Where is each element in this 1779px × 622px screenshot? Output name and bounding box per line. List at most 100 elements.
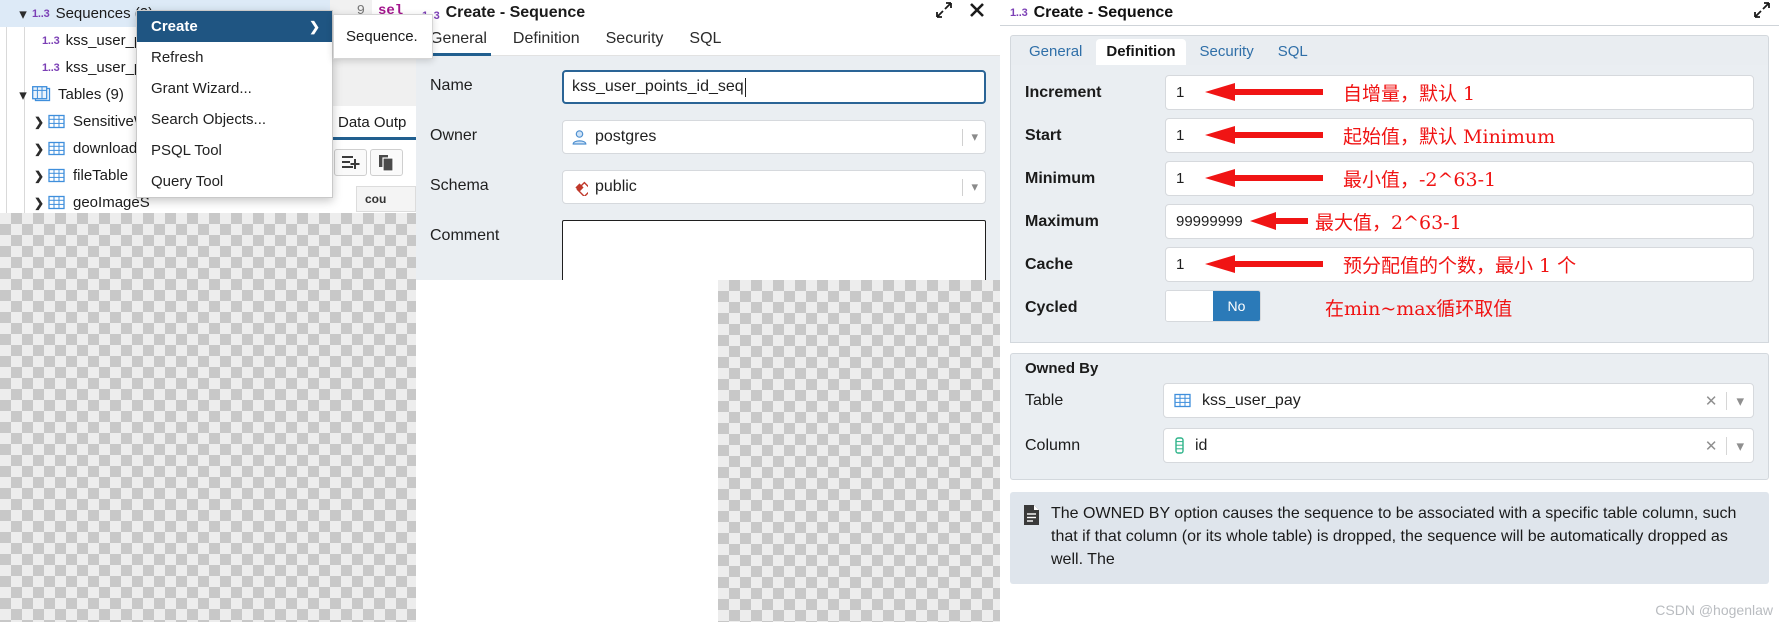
chevron-down-icon[interactable]: ▾	[1736, 392, 1744, 410]
tab-sql[interactable]: SQL	[689, 22, 721, 56]
schema-icon	[571, 179, 588, 196]
dialog-tabs[interactable]: General Definition Security SQL	[416, 22, 1000, 56]
divider	[1726, 436, 1728, 455]
owned-column-actions[interactable]: ✕ ▾	[1705, 428, 1744, 463]
cycled-toggle-track[interactable]	[1166, 291, 1213, 321]
document-icon	[1022, 502, 1041, 572]
clear-icon[interactable]: ✕	[1705, 437, 1718, 455]
menu-item-create[interactable]: Create	[137, 11, 332, 42]
restore-icon[interactable]	[1753, 1, 1771, 24]
maximum-value: 99999999	[1176, 213, 1243, 230]
add-row-icon	[342, 156, 360, 169]
field-row-increment: Increment 1 自增量，默认 1	[1025, 75, 1754, 110]
user-icon	[571, 129, 588, 145]
maximum-input[interactable]: 99999999	[1165, 204, 1754, 239]
tab-definition-label: Definition	[1106, 43, 1176, 60]
increment-value: 1	[1176, 84, 1185, 101]
owned-column-control[interactable]: id ✕ ▾	[1163, 428, 1754, 463]
menu-item-psql-tool[interactable]: PSQL Tool	[137, 135, 332, 166]
chevron-right-icon[interactable]	[30, 195, 48, 210]
field-row-name: Name kss_user_points_id_seq	[430, 70, 986, 104]
increment-label: Increment	[1025, 83, 1102, 101]
sequence-badge-icon: 1..3	[42, 61, 60, 74]
menu-item-query-tool[interactable]: Query Tool	[137, 166, 332, 197]
owned-table-label: Table	[1025, 391, 1064, 409]
chevron-down-icon[interactable]: ▾	[971, 179, 978, 195]
comment-control[interactable]	[562, 220, 986, 280]
menu-item-refresh[interactable]: Refresh	[137, 42, 332, 73]
editor-panel-filler	[330, 56, 416, 106]
cycled-toggle-state[interactable]: No	[1213, 291, 1260, 321]
restore-icon[interactable]	[935, 1, 953, 24]
tab-security[interactable]: Security	[606, 22, 664, 56]
comment-textarea[interactable]	[562, 220, 986, 280]
cycled-toggle[interactable]: No	[1165, 290, 1261, 322]
tab-general[interactable]: General	[1019, 39, 1092, 65]
name-input-value: kss_user_points_id_seq	[572, 78, 744, 95]
annotation-cycled: 在min~max循环取值	[1325, 298, 1513, 320]
right-dialog-title: Create - Sequence	[1033, 3, 1174, 21]
tab-security-label: Security	[1199, 43, 1254, 60]
sidebar-item-label: Tables (9)	[58, 86, 124, 103]
chevron-right-icon[interactable]	[30, 114, 48, 129]
cache-control[interactable]: 1 预分配值的个数，最小 1 个	[1165, 247, 1754, 282]
owner-control[interactable]: postgres ▾	[562, 120, 986, 154]
tab-data-output[interactable]: Data Outp	[330, 107, 416, 140]
submenu-item-sequence[interactable]: Sequence.	[333, 14, 433, 59]
transparent-backdrop-bottom-center	[718, 280, 1000, 622]
tab-security[interactable]: Security	[1190, 39, 1264, 65]
create-sequence-dialog-definition[interactable]: 1..3 Create - Sequence General Definitio…	[1000, 0, 1779, 622]
field-row-owner: Owner postgres ▾	[430, 120, 986, 154]
chevron-down-icon[interactable]: ▾	[1736, 437, 1744, 455]
create-sequence-dialog-general[interactable]: 1..3 Create - Sequence General Definitio…	[416, 0, 1000, 280]
tab-sql-label: SQL	[1277, 43, 1308, 60]
center-dialog-window-buttons[interactable]	[935, 0, 985, 24]
copy-button[interactable]	[370, 149, 403, 176]
owned-by-fieldset: Owned By Table kss_user_pay ✕ ▾ Column i…	[1010, 353, 1769, 480]
add-row-button[interactable]	[334, 149, 367, 176]
context-menu[interactable]: Create Refresh Grant Wizard... Search Ob…	[136, 10, 333, 198]
tab-definition[interactable]: Definition	[1096, 39, 1186, 65]
schema-control[interactable]: public ▾	[562, 170, 986, 204]
owner-select[interactable]: postgres	[562, 120, 986, 154]
owner-dropdown-toggle[interactable]: ▾	[962, 120, 978, 154]
increment-control[interactable]: 1 自增量，默认 1	[1165, 75, 1754, 110]
tab-sql[interactable]: SQL	[1268, 39, 1318, 65]
close-icon[interactable]	[969, 2, 985, 23]
field-row-cycled: Cycled No 在min~max循环取值	[1025, 290, 1754, 326]
tab-general[interactable]: General	[426, 22, 491, 56]
menu-item-grant-wizard[interactable]: Grant Wizard...	[137, 73, 332, 104]
field-row-cache: Cache 1 预分配值的个数，最小 1 个	[1025, 247, 1754, 282]
start-input[interactable]: 1	[1165, 118, 1754, 153]
screenshot-root: 1..3 Sequences (2) 1..3 kss_user_pa 1..3…	[0, 0, 1779, 622]
field-row-schema: Schema public ▾	[430, 170, 986, 204]
menu-item-refresh-label: Refresh	[151, 49, 204, 66]
cycled-control[interactable]: No 在min~max循环取值	[1165, 290, 1754, 326]
minimum-input[interactable]: 1	[1165, 161, 1754, 196]
chevron-right-icon[interactable]	[30, 141, 48, 156]
chevron-right-icon[interactable]	[30, 168, 48, 183]
maximum-control[interactable]: 99999999 最大值，2^63-1	[1165, 204, 1754, 239]
minimum-label: Minimum	[1025, 169, 1096, 187]
tab-definition[interactable]: Definition	[513, 22, 580, 56]
sequence-badge-icon: 1..3	[1010, 6, 1028, 19]
right-dialog-window-buttons[interactable]	[1753, 0, 1771, 24]
chevron-down-icon[interactable]	[14, 86, 32, 104]
increment-input[interactable]: 1	[1165, 75, 1754, 110]
chevron-down-icon[interactable]: ▾	[971, 129, 978, 145]
start-control[interactable]: 1 起始值，默认 Minimum	[1165, 118, 1754, 153]
owned-column-select[interactable]: id	[1163, 428, 1754, 463]
owned-table-actions[interactable]: ✕ ▾	[1705, 383, 1744, 418]
schema-select[interactable]: public	[562, 170, 986, 204]
name-input[interactable]: kss_user_points_id_seq	[562, 70, 986, 104]
schema-dropdown-toggle[interactable]: ▾	[962, 170, 978, 204]
menu-item-search-objects[interactable]: Search Objects...	[137, 104, 332, 135]
owned-table-select[interactable]: kss_user_pay	[1163, 383, 1754, 418]
cache-input[interactable]: 1	[1165, 247, 1754, 282]
chevron-down-icon[interactable]	[14, 5, 32, 23]
right-dialog-tabs[interactable]: General Definition Security SQL	[1010, 35, 1769, 65]
clear-icon[interactable]: ✕	[1705, 392, 1718, 410]
minimum-control[interactable]: 1 最小值，-2^63-1	[1165, 161, 1754, 196]
name-control[interactable]: kss_user_points_id_seq	[562, 70, 986, 104]
owned-table-control[interactable]: kss_user_pay ✕ ▾	[1163, 383, 1754, 418]
